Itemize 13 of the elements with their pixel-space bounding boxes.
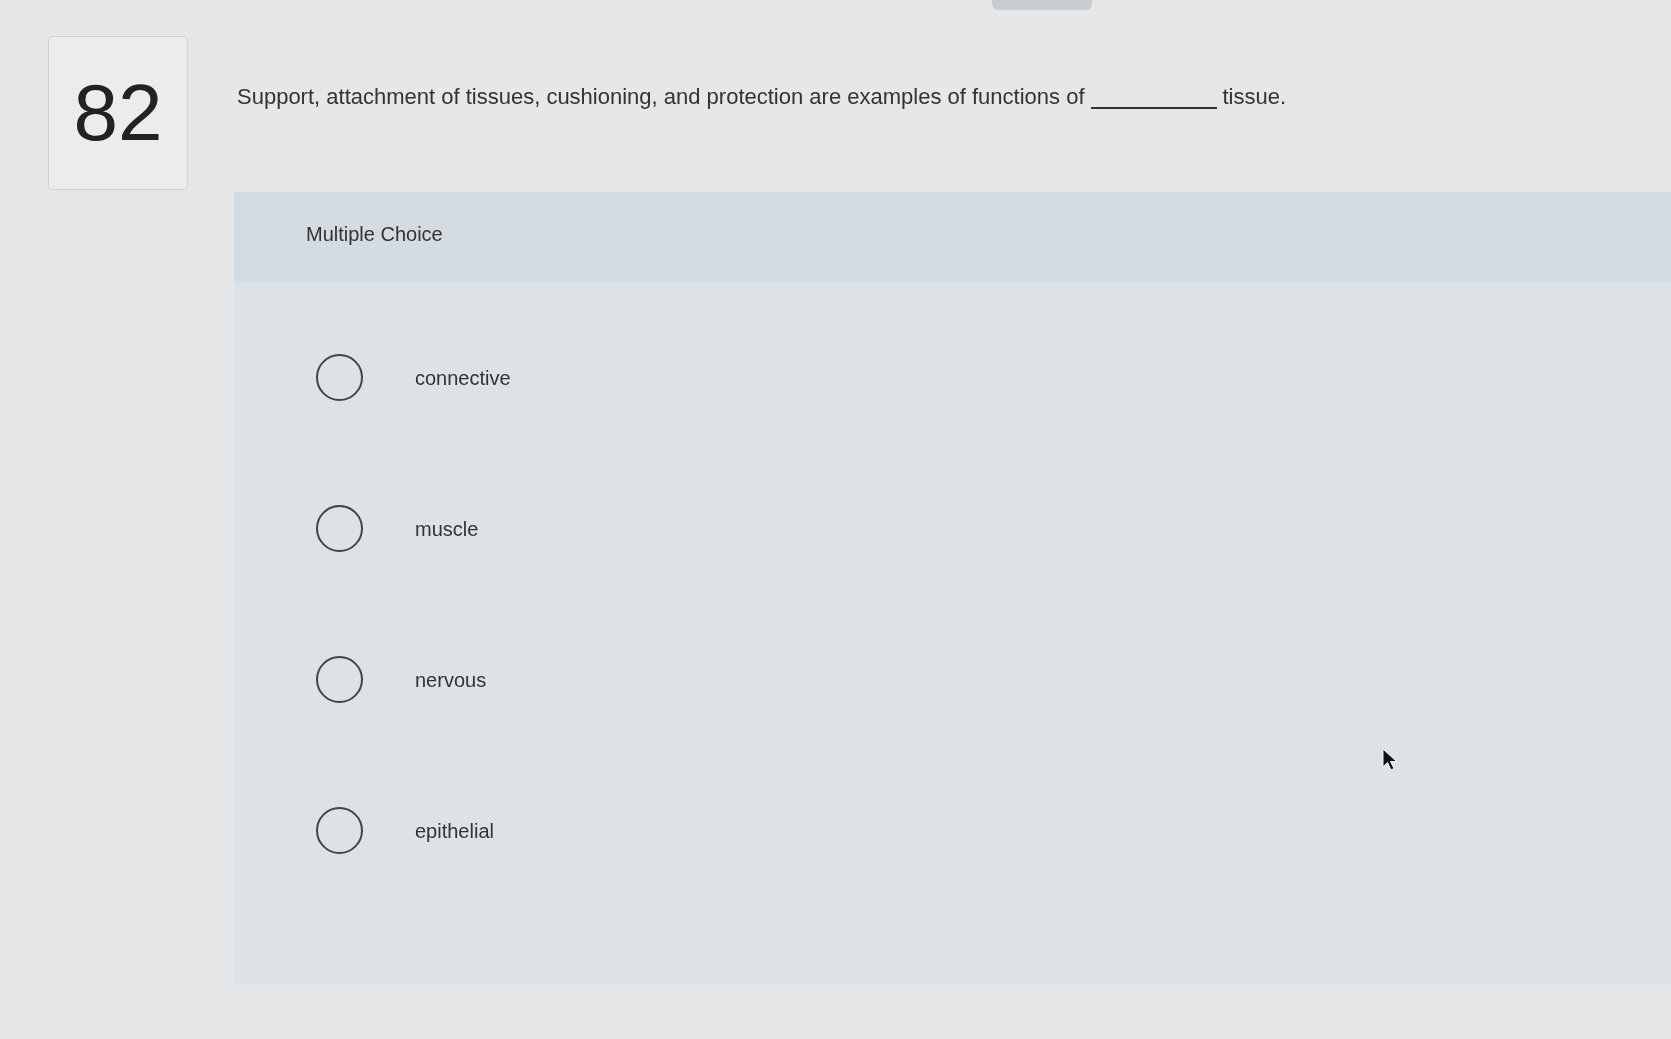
radio-button[interactable] <box>316 656 363 703</box>
question-text: tissue. <box>1222 83 1287 111</box>
mouse-cursor-icon <box>1382 748 1398 772</box>
option-label[interactable]: connective <box>415 362 511 393</box>
question-text: Support, attachment of tissues, cushioning, and protection are examples of functions of <box>237 83 1085 111</box>
panel-heading: Multiple Choice <box>306 223 443 245</box>
radio-button[interactable] <box>316 354 363 401</box>
question-number: 82 <box>48 36 188 190</box>
radio-button[interactable] <box>316 807 363 854</box>
radio-button[interactable] <box>316 505 363 552</box>
option-label[interactable]: nervous <box>415 664 487 695</box>
option-label[interactable]: epithelial <box>415 815 494 846</box>
option-label[interactable]: muscle <box>415 513 479 544</box>
